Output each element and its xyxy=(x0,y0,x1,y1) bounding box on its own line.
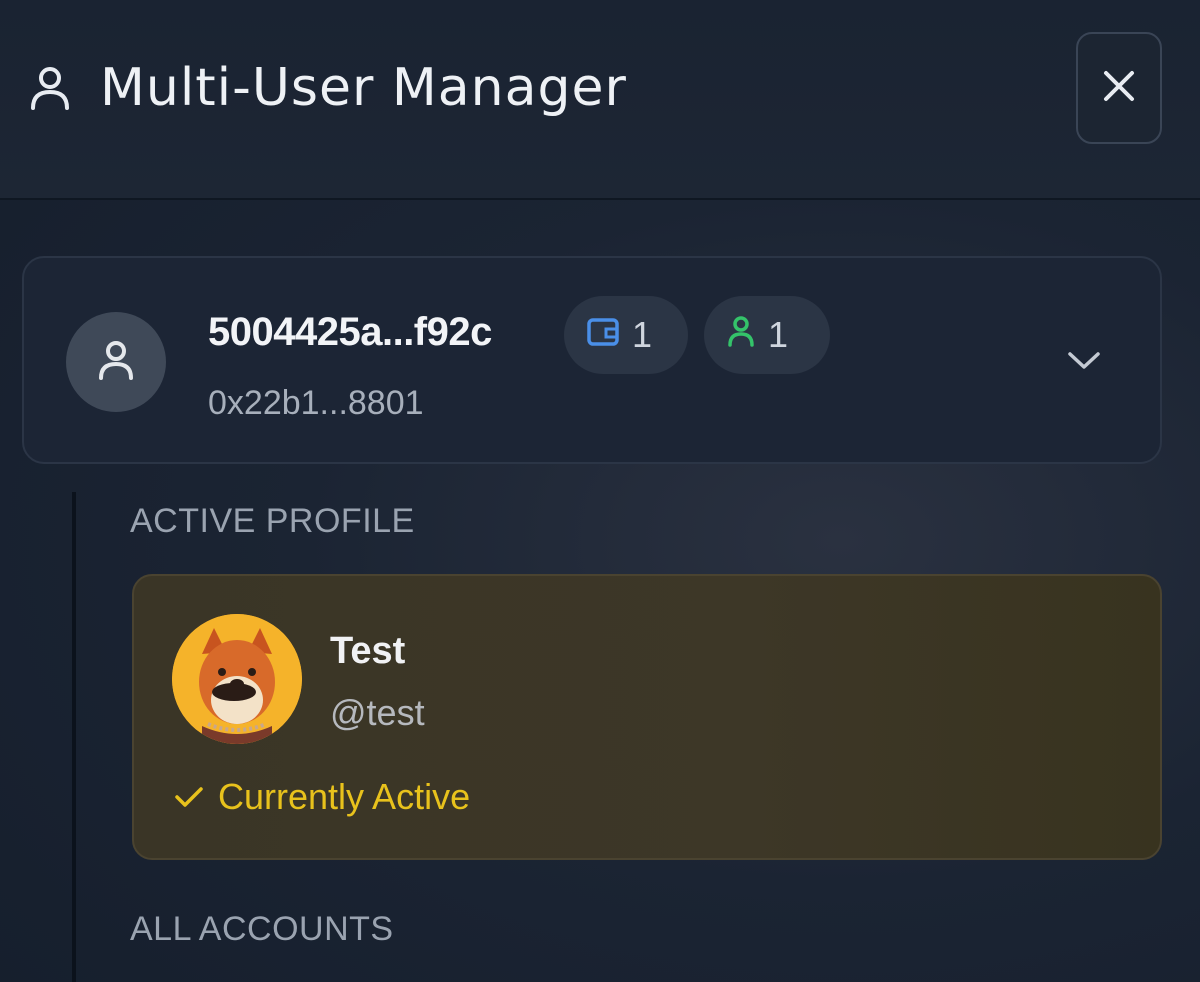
user-count: 1 xyxy=(768,314,789,355)
active-profile-heading: ACTIVE PROFILE xyxy=(130,502,415,540)
profile-name: Test xyxy=(330,630,406,672)
avatar xyxy=(66,312,166,412)
close-icon xyxy=(1102,69,1136,108)
user-icon xyxy=(726,314,756,357)
wallet-count-badge: 1 xyxy=(564,296,688,374)
profile-handle: @test xyxy=(330,692,425,733)
active-profile-card[interactable]: Test @test Currently Active xyxy=(132,574,1162,860)
check-icon xyxy=(174,776,204,818)
account-card[interactable]: 5004425a...f92c 0x22b1...8801 1 1 xyxy=(22,256,1162,464)
chevron-down-icon[interactable] xyxy=(1064,346,1104,374)
user-icon xyxy=(28,64,72,112)
close-button[interactable] xyxy=(1076,32,1162,144)
wallet-count: 1 xyxy=(632,314,653,355)
panel-header: Multi-User Manager xyxy=(0,0,1200,200)
multi-user-manager-panel: Multi-User Manager 5004425a...f92c 0x22b… xyxy=(0,0,1200,982)
all-accounts-heading: ALL ACCOUNTS xyxy=(130,910,394,948)
account-name: 5004425a...f92c xyxy=(208,310,492,354)
dog-avatar-image xyxy=(172,614,302,744)
user-icon xyxy=(94,336,138,389)
status-text: Currently Active xyxy=(218,776,471,817)
status-badge: Currently Active xyxy=(174,776,470,818)
page-title: Multi-User Manager xyxy=(100,58,627,118)
tree-connector-line xyxy=(72,492,76,982)
wallet-icon xyxy=(586,314,620,356)
account-address: 0x22b1...8801 xyxy=(208,384,424,422)
user-count-badge: 1 xyxy=(704,296,830,374)
profile-avatar xyxy=(172,614,302,744)
